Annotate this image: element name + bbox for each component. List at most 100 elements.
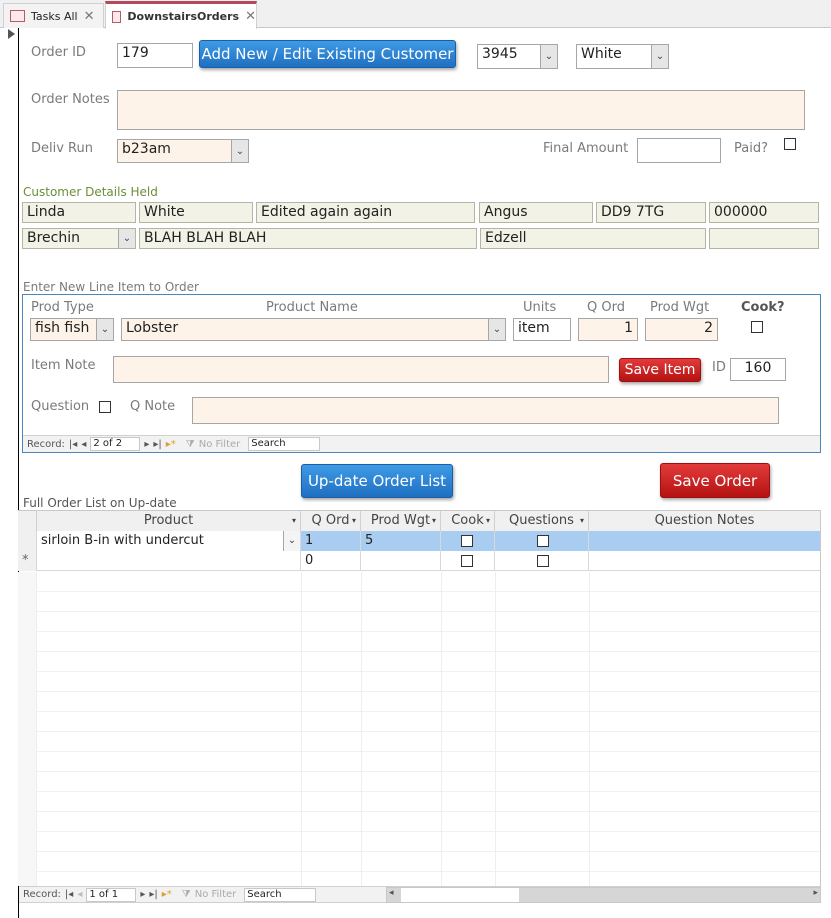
- sort-dropdown-icon[interactable]: ▾: [292, 511, 296, 530]
- filter-icon[interactable]: ⧩: [186, 439, 195, 450]
- record-position-field[interactable]: 2 of 2: [90, 437, 141, 451]
- product-name-combo[interactable]: Lobster ⌄: [121, 318, 506, 341]
- item-note-field[interactable]: [113, 356, 609, 383]
- cook-cell[interactable]: [441, 551, 495, 571]
- add-edit-customer-button[interactable]: Add New / Edit Existing Customer: [199, 40, 456, 68]
- save-item-button[interactable]: Save Item: [619, 358, 701, 382]
- horizontal-scrollbar[interactable]: ◂ ▸: [386, 887, 821, 903]
- sort-dropdown-icon[interactable]: ▾: [486, 511, 490, 530]
- order-id-field[interactable]: 179: [117, 43, 193, 68]
- next-record-icon[interactable]: ▸: [140, 889, 145, 900]
- paid-checkbox[interactable]: [784, 138, 796, 150]
- first-record-icon[interactable]: |◂: [65, 889, 73, 900]
- customer-name-combo[interactable]: White ⌄: [576, 44, 669, 69]
- column-header-questions[interactable]: Questions ▾: [495, 511, 589, 531]
- product-cell[interactable]: sirloin B-in with undercut ⌄: [37, 531, 301, 551]
- new-record-row[interactable]: * 0: [18, 551, 820, 571]
- update-order-list-button[interactable]: Up-date Order List: [301, 464, 453, 498]
- units-field[interactable]: item: [513, 318, 571, 341]
- chevron-down-icon[interactable]: ⌄: [540, 45, 557, 68]
- customer-address-2[interactable]: BLAH BLAH BLAH: [139, 228, 477, 249]
- prodwgt-cell[interactable]: 5: [361, 531, 441, 551]
- record-label: Record:: [27, 438, 65, 450]
- column-header-cook[interactable]: Cook ▾: [441, 511, 495, 531]
- customer-town-combo[interactable]: Brechin ⌄: [22, 228, 136, 249]
- search-input[interactable]: Search: [248, 437, 321, 451]
- search-input[interactable]: Search: [244, 887, 317, 902]
- no-filter-button[interactable]: No Filter: [199, 439, 241, 450]
- deliv-run-combo[interactable]: b23am ⌄: [117, 139, 249, 163]
- first-record-icon[interactable]: |◂: [69, 439, 77, 450]
- customer-last-name[interactable]: White: [139, 202, 253, 223]
- customer-postcode[interactable]: DD9 7TG: [596, 202, 706, 223]
- close-icon[interactable]: ✕: [84, 9, 95, 24]
- header-label: Product: [143, 513, 194, 528]
- sort-dropdown-icon[interactable]: ▾: [352, 511, 356, 530]
- table-row[interactable]: sirloin B-in with undercut ⌄ 1 5: [18, 531, 820, 551]
- cook-checkbox[interactable]: [461, 555, 473, 567]
- cook-cell[interactable]: [441, 531, 495, 551]
- customer-first-name[interactable]: Linda: [22, 202, 136, 223]
- row-selector[interactable]: [18, 531, 37, 551]
- qord-field[interactable]: 1: [578, 318, 638, 341]
- prev-record-icon[interactable]: ◂: [77, 889, 82, 900]
- qnote-field[interactable]: [192, 397, 779, 424]
- customer-number-combo[interactable]: 3945 ⌄: [477, 44, 558, 69]
- sort-dropdown-icon[interactable]: ▾: [580, 511, 584, 530]
- customer-phone[interactable]: 000000: [709, 202, 819, 223]
- last-record-icon[interactable]: ▸|: [149, 889, 157, 900]
- next-record-icon[interactable]: ▸: [144, 439, 149, 450]
- questions-cell[interactable]: [495, 551, 589, 571]
- question-checkbox[interactable]: [99, 401, 111, 413]
- header-label: Question Notes: [654, 513, 755, 528]
- customer-village[interactable]: Edzell: [480, 228, 706, 249]
- record-position-field[interactable]: 1 of 1: [86, 887, 137, 902]
- no-filter-button[interactable]: No Filter: [195, 889, 237, 900]
- question-notes-cell[interactable]: [589, 551, 820, 571]
- chevron-down-icon[interactable]: ⌄: [118, 229, 135, 248]
- questions-checkbox[interactable]: [537, 535, 549, 547]
- questions-cell[interactable]: [495, 531, 589, 551]
- prodwgt-cell[interactable]: [361, 551, 441, 571]
- chevron-down-icon[interactable]: ⌄: [651, 45, 668, 68]
- last-record-icon[interactable]: ▸|: [153, 439, 161, 450]
- scroll-thumb[interactable]: [401, 888, 519, 902]
- prodwgt-field[interactable]: 2: [645, 318, 718, 341]
- item-id-field[interactable]: 160: [730, 358, 786, 381]
- prev-record-icon[interactable]: ◂: [81, 439, 86, 450]
- prod-type-combo[interactable]: fish fish ⌄: [30, 318, 114, 341]
- chevron-down-icon[interactable]: ⌄: [488, 319, 505, 340]
- cell-text: sirloin B-in with undercut: [41, 533, 204, 548]
- chevron-down-icon[interactable]: ⌄: [96, 319, 113, 340]
- qord-cell[interactable]: 1: [301, 531, 361, 551]
- filter-icon[interactable]: ⧩: [182, 889, 191, 900]
- column-header-qord[interactable]: Q Ord ▾: [301, 511, 361, 531]
- scroll-left-icon[interactable]: ◂: [389, 888, 394, 898]
- new-record-icon[interactable]: ▸*: [166, 439, 176, 450]
- close-icon[interactable]: ✕: [245, 9, 256, 24]
- questions-checkbox[interactable]: [537, 555, 549, 567]
- order-notes-field[interactable]: [117, 90, 805, 130]
- cook-checkbox[interactable]: [751, 321, 763, 333]
- customer-address[interactable]: Edited again again: [256, 202, 475, 223]
- scroll-right-icon[interactable]: ▸: [813, 888, 818, 898]
- qord-cell[interactable]: 0: [301, 551, 361, 571]
- customer-county[interactable]: Angus: [479, 202, 593, 223]
- customer-details-label: Customer Details Held: [23, 185, 158, 199]
- column-header-question-notes[interactable]: Question Notes: [589, 511, 820, 531]
- select-all-corner[interactable]: [18, 511, 37, 531]
- new-record-icon[interactable]: ▸*: [162, 889, 172, 900]
- cook-checkbox[interactable]: [461, 535, 473, 547]
- product-cell[interactable]: [37, 551, 301, 571]
- question-notes-cell[interactable]: [589, 531, 820, 551]
- customer-extra[interactable]: [709, 228, 819, 249]
- tab-downstairs-orders[interactable]: DownstairsOrders ✕: [105, 1, 257, 29]
- column-header-prodwgt[interactable]: Prod Wgt ▾: [361, 511, 441, 531]
- column-header-product[interactable]: Product ▾: [37, 511, 301, 531]
- chevron-down-icon[interactable]: ⌄: [283, 531, 300, 551]
- save-order-button[interactable]: Save Order: [660, 463, 770, 498]
- final-amount-field[interactable]: [637, 138, 721, 163]
- sort-dropdown-icon[interactable]: ▾: [432, 511, 436, 530]
- chevron-down-icon[interactable]: ⌄: [231, 140, 248, 162]
- tab-tasks-all[interactable]: Tasks All ✕: [3, 3, 104, 28]
